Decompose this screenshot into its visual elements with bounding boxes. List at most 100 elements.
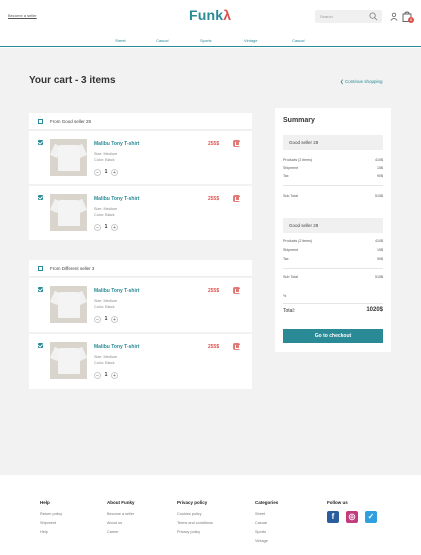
twitter-icon[interactable]: ✓ [365, 511, 377, 523]
summary-seller-name: Good seller 28 [289, 140, 319, 145]
logo-text: Funk [189, 7, 224, 23]
total-label: Total: [283, 308, 295, 314]
product-price: 255$ [208, 196, 220, 202]
social-links: f ◎ ✓ [327, 511, 377, 523]
decrease-button[interactable]: − [94, 315, 101, 323]
footer-link[interactable]: Return policy [40, 512, 62, 516]
increase-button[interactable]: + [111, 223, 118, 231]
nav-item-street[interactable]: Street [115, 38, 126, 43]
continue-shopping-link[interactable]: ❮ Continue shopping [340, 79, 383, 85]
increase-button[interactable]: + [111, 371, 118, 379]
item-checkbox[interactable] [38, 195, 43, 200]
product-price: 255$ [208, 344, 220, 350]
product-name[interactable]: Malibu Tony T-shirt [94, 288, 139, 294]
trash-icon[interactable] [233, 343, 240, 350]
trash-icon[interactable] [233, 140, 240, 147]
summary-row: Tax 90$ [283, 174, 383, 178]
product-name[interactable]: Malibu Tony T-shirt [94, 196, 139, 202]
seller-name: From Good seller 28 [50, 119, 92, 124]
summary-title: Summary [283, 117, 315, 124]
product-size: Size: Medium [94, 152, 118, 156]
product-size: Size: Medium [94, 207, 118, 211]
item-checkbox[interactable] [38, 140, 43, 145]
summary-row: Shipment 15$ [283, 166, 383, 170]
product-image[interactable] [50, 342, 87, 379]
product-color: Color: Black [94, 158, 115, 162]
nav-item-vintage[interactable]: Vintage [244, 38, 258, 43]
product-image[interactable] [50, 286, 87, 323]
category-nav: Street Casual Sports Vintage Casual [0, 34, 421, 47]
footer-link[interactable]: Sports [255, 530, 278, 534]
seller-name: From Different seller 3 [50, 266, 95, 271]
header: Become a seller Funkλ Search 0 [0, 0, 421, 34]
product-name[interactable]: Malibu Tony T-shirt [94, 344, 139, 350]
instagram-icon[interactable]: ◎ [346, 511, 358, 523]
quantity-value: 1 [104, 372, 108, 378]
facebook-icon[interactable]: f [327, 511, 339, 523]
footer-link[interactable]: Help [40, 530, 62, 534]
footer-link[interactable]: Vintage [255, 539, 278, 543]
increase-button[interactable]: + [111, 168, 118, 176]
nav-item-sports[interactable]: Sports [200, 38, 212, 43]
summary-subtotal: Sub Total 515$ [283, 275, 383, 279]
product-price: 255$ [208, 288, 220, 294]
footer-link[interactable]: Privacy policy [177, 530, 213, 534]
decrease-button[interactable]: − [94, 371, 101, 379]
logo[interactable]: Funkλ [189, 7, 231, 23]
cart-item: Malibu Tony T-shirt Size: Medium Color: … [29, 186, 252, 240]
footer: Help Return policy Shipment Help About F… [0, 475, 421, 555]
footer-link[interactable]: Become a seller [107, 512, 135, 516]
search-input[interactable]: Search [315, 10, 382, 23]
nav-item-casual[interactable]: Casual [156, 38, 168, 43]
footer-link[interactable]: Shipment [40, 521, 62, 525]
footer-heading: Follow us [327, 500, 348, 505]
product-size: Size: Medium [94, 355, 118, 359]
summary-label: Sub Total [283, 194, 298, 198]
summary-value: 515$ [375, 275, 383, 279]
seller-checkbox[interactable] [38, 119, 43, 124]
quantity-stepper: − 1 + [94, 168, 118, 176]
user-icon[interactable] [390, 12, 398, 21]
total-value: 1020$ [366, 307, 383, 313]
seller-group: From Different seller 3 [29, 260, 252, 277]
summary-seller-name: Good seller 28 [289, 223, 319, 228]
footer-link[interactable]: Street [255, 512, 278, 516]
quantity-value: 1 [104, 224, 108, 230]
quantity-value: 1 [104, 169, 108, 175]
footer-link[interactable]: Career [107, 530, 135, 534]
decrease-button[interactable]: − [94, 168, 101, 176]
product-image[interactable] [50, 139, 87, 176]
summary-subtotal: Sub Total 515$ [283, 194, 383, 198]
divider [283, 268, 383, 269]
summary-value: 515$ [375, 194, 383, 198]
checkout-button[interactable]: Go to checkout [283, 329, 383, 343]
summary-row: Tax 90$ [283, 257, 383, 261]
search-icon[interactable] [369, 12, 378, 21]
cart-item: Malibu Tony T-shirt Size: Medium Color: … [29, 278, 252, 332]
divider [283, 185, 383, 186]
footer-link[interactable]: Cookies policy [177, 512, 213, 516]
become-seller-link[interactable]: Become a seller [8, 13, 37, 18]
product-name[interactable]: Malibu Tony T-shirt [94, 141, 139, 147]
trash-icon[interactable] [233, 195, 240, 202]
product-price: 255$ [208, 141, 220, 147]
nav-item-casual-2[interactable]: Casual [292, 38, 304, 43]
footer-link[interactable]: About us [107, 521, 135, 525]
page-title: Your cart - 3 items [29, 75, 116, 86]
product-image[interactable] [50, 194, 87, 231]
decrease-button[interactable]: − [94, 223, 101, 231]
quantity-value: 1 [104, 316, 108, 322]
summary-seller-box: Good seller 28 [283, 135, 383, 150]
footer-heading: Categories [255, 500, 279, 505]
item-checkbox[interactable] [38, 343, 43, 348]
cart-page: Your cart - 3 items ❮ Continue shopping … [0, 48, 421, 475]
product-size: Size: Medium [94, 299, 118, 303]
trash-icon[interactable] [233, 287, 240, 294]
increase-button[interactable]: + [111, 315, 118, 323]
footer-link[interactable]: Terms and conditions [177, 521, 213, 525]
footer-link[interactable]: Casual [255, 521, 278, 525]
footer-heading: Privacy policy [177, 500, 208, 505]
item-checkbox[interactable] [38, 287, 43, 292]
order-summary: Summary Good seller 28 Products (2 items… [275, 108, 391, 352]
seller-checkbox[interactable] [38, 266, 43, 271]
